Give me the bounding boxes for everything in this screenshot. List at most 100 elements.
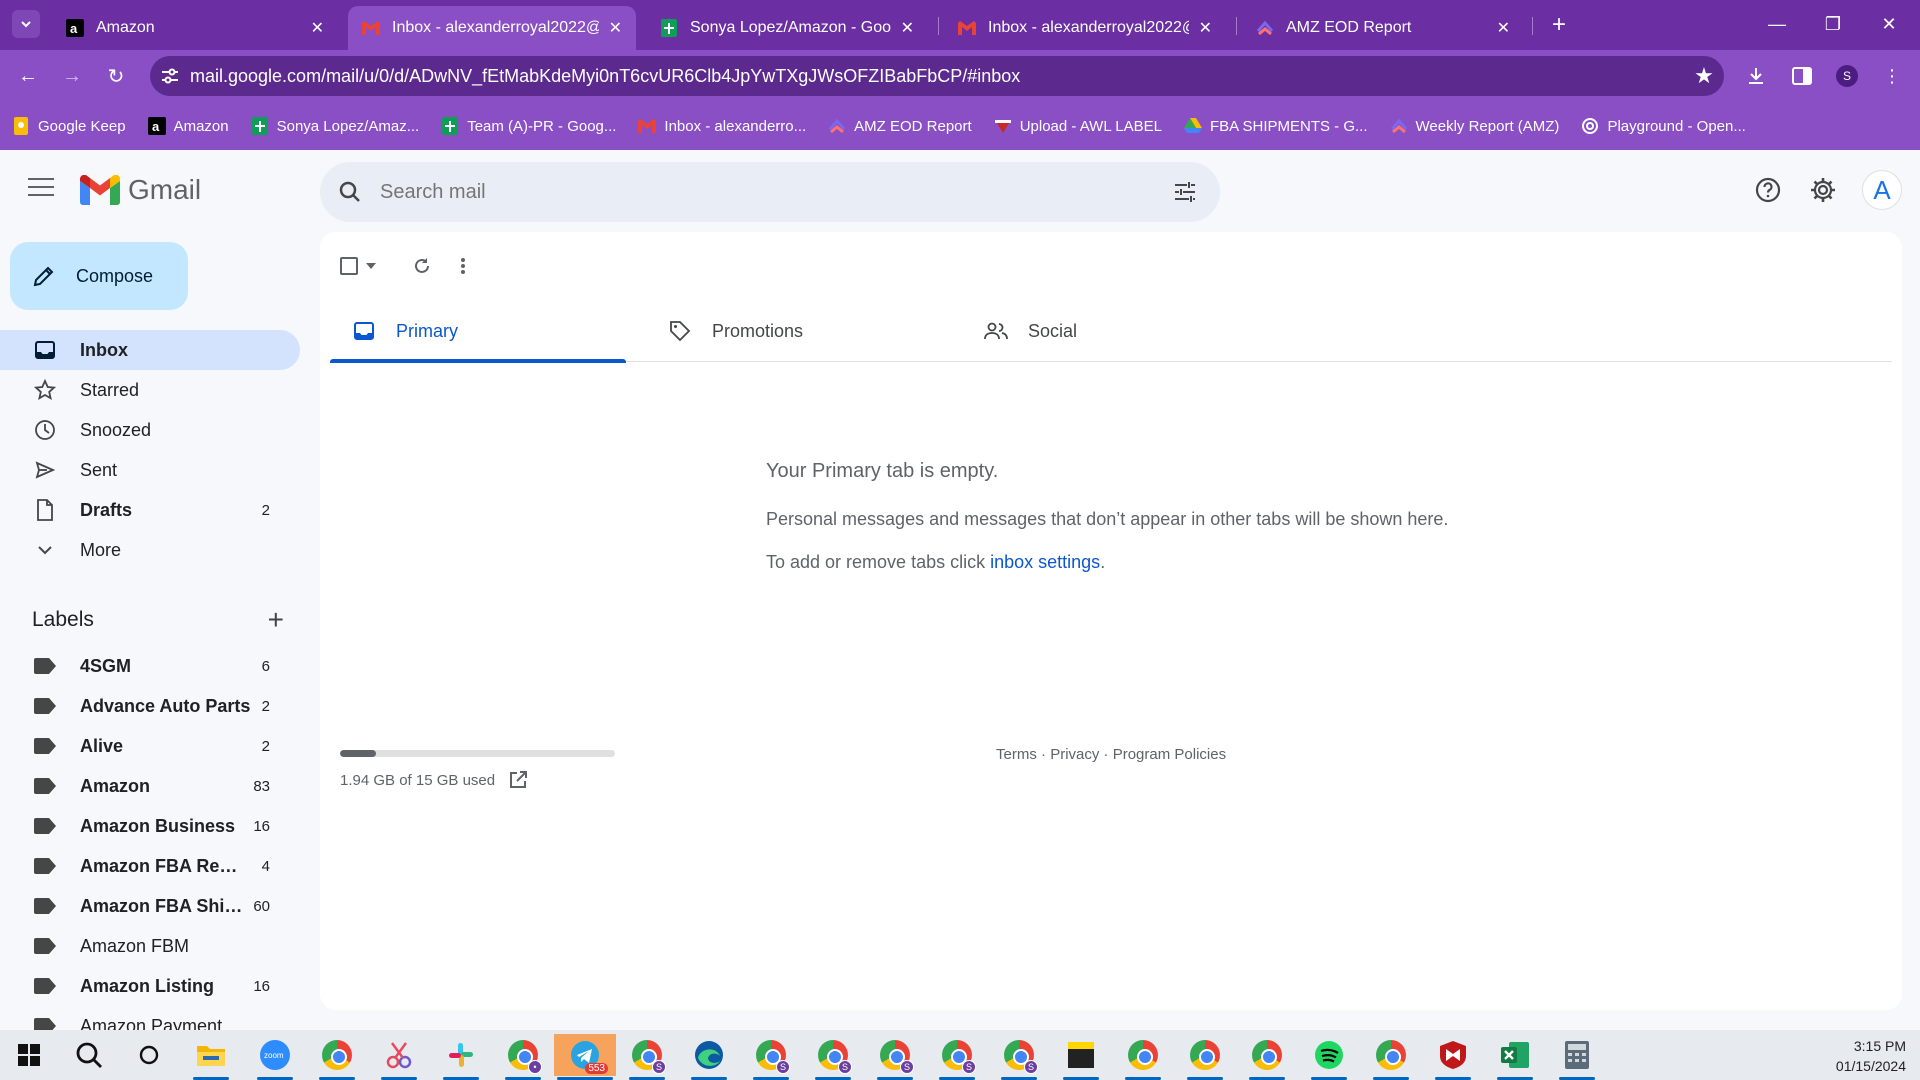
back-button[interactable]: ← <box>12 60 44 92</box>
chrome-icon[interactable] <box>1122 1034 1164 1080</box>
label-item[interactable]: Amazon FBA Remo... 4 <box>0 846 300 886</box>
bookmark-amazon[interactable]: a Amazon <box>147 117 229 135</box>
chrome-icon[interactable]: • <box>502 1034 544 1080</box>
search-icon[interactable] <box>68 1034 110 1076</box>
label-item[interactable]: Alive 2 <box>0 726 300 766</box>
label-item[interactable]: 4SGM 6 <box>0 646 300 686</box>
chrome-icon[interactable] <box>1370 1034 1412 1080</box>
compose-button[interactable]: Compose <box>10 242 188 310</box>
nav-item-sent[interactable]: Sent <box>0 450 300 490</box>
chrome-icon[interactable]: S <box>750 1034 792 1080</box>
minimize-button[interactable]: — <box>1754 8 1800 40</box>
chrome-icon[interactable]: S <box>812 1034 854 1080</box>
select-all-checkbox[interactable] <box>340 257 358 275</box>
label-item[interactable]: Amazon FBM <box>0 926 300 966</box>
browser-tab-amazon[interactable]: a Amazon ✕ <box>52 6 338 50</box>
search-input[interactable] <box>380 180 1150 204</box>
add-label-icon[interactable]: + <box>268 604 284 636</box>
sticky-notes-icon[interactable] <box>1060 1034 1102 1080</box>
nav-item-inbox[interactable]: Inbox <box>0 330 300 370</box>
search-options-icon[interactable] <box>1150 181 1220 203</box>
windows-start-icon[interactable] <box>8 1034 50 1076</box>
nav-item-drafts[interactable]: Drafts 2 <box>0 490 300 530</box>
label-item[interactable]: Amazon Business 16 <box>0 806 300 846</box>
task-view-icon[interactable] <box>128 1034 170 1076</box>
label-item[interactable]: Amazon Payment <box>0 1006 300 1030</box>
browser-tab-amz-eod[interactable]: AMZ EOD Report ✕ <box>1242 6 1524 50</box>
gmail-logo[interactable]: Gmail <box>80 174 201 206</box>
reload-button[interactable]: ↻ <box>100 60 132 92</box>
label-item[interactable]: Amazon Listing 16 <box>0 966 300 1006</box>
chrome-icon[interactable]: S <box>626 1034 668 1080</box>
nav-item-more[interactable]: More <box>0 530 300 570</box>
tab-primary[interactable]: Primary <box>330 300 626 363</box>
chrome-icon[interactable]: S <box>936 1034 978 1080</box>
browser-profile-avatar[interactable]: S <box>1836 65 1858 87</box>
nav-item-snoozed[interactable]: Snoozed <box>0 410 300 450</box>
privacy-link[interactable]: Privacy <box>1050 746 1099 763</box>
zoom-icon[interactable]: zoom <box>254 1034 296 1080</box>
browser-tab-inbox-2[interactable]: Inbox - alexanderroyal2022@gm ✕ <box>944 6 1226 50</box>
bookmark-fba-shipments[interactable]: FBA SHIPMENTS - G... <box>1183 117 1368 135</box>
inbox-settings-link[interactable]: inbox settings <box>990 552 1100 572</box>
close-icon[interactable]: ✕ <box>609 18 622 38</box>
restore-button[interactable]: ❐ <box>1810 8 1856 40</box>
telegram-icon[interactable]: 553 <box>554 1034 616 1080</box>
nav-item-starred[interactable]: Starred <box>0 370 300 410</box>
bookmark-playground[interactable]: Playground - Open... <box>1581 117 1746 135</box>
account-avatar[interactable]: A <box>1862 170 1902 210</box>
spotify-icon[interactable] <box>1308 1034 1350 1080</box>
tab-promotions[interactable]: Promotions <box>646 300 942 362</box>
url-text[interactable]: mail.google.com/mail/u/0/d/ADwNV_fEtMabK… <box>190 66 1684 87</box>
close-icon[interactable]: ✕ <box>311 18 324 38</box>
search-icon[interactable] <box>320 180 380 204</box>
browser-tab-inbox-active[interactable]: Inbox - alexanderroyal2022@gm ✕ <box>348 6 636 50</box>
tab-social[interactable]: Social <box>962 300 1258 362</box>
main-menu-button[interactable] <box>28 178 54 200</box>
label-item[interactable]: Advance Auto Parts 2 <box>0 686 300 726</box>
chrome-icon[interactable]: S <box>874 1034 916 1080</box>
bookmark-google-keep[interactable]: Google Keep <box>12 117 126 135</box>
new-tab-button[interactable]: + <box>1544 10 1574 40</box>
bookmark-star-icon[interactable]: ★ <box>1684 63 1724 89</box>
bookmark-weekly-report[interactable]: Weekly Report (AMZ) <box>1390 117 1559 135</box>
label-item[interactable]: Amazon FBA Ship... 60 <box>0 886 300 926</box>
chrome-icon[interactable] <box>1184 1034 1226 1080</box>
close-icon[interactable]: ✕ <box>1497 18 1510 38</box>
calculator-icon[interactable] <box>1556 1034 1598 1080</box>
bookmark-team-pr[interactable]: Team (A)-PR - Goog... <box>441 117 616 135</box>
excel-icon[interactable] <box>1494 1034 1536 1080</box>
mcafee-icon[interactable] <box>1432 1034 1474 1080</box>
browser-menu-button[interactable]: ⋮ <box>1876 60 1908 92</box>
browser-tab-sheets[interactable]: Sonya Lopez/Amazon - Google ✕ <box>646 6 928 50</box>
support-button[interactable] <box>1748 170 1788 210</box>
file-explorer-icon[interactable] <box>190 1034 232 1080</box>
slack-icon[interactable] <box>440 1034 482 1080</box>
tab-search-button[interactable] <box>12 10 40 38</box>
terms-link[interactable]: Terms <box>996 746 1037 763</box>
external-link-icon[interactable] <box>509 771 528 789</box>
snipping-tool-icon[interactable] <box>378 1034 420 1080</box>
download-button[interactable] <box>1740 60 1772 92</box>
chrome-icon[interactable] <box>1246 1034 1288 1080</box>
side-panel-button[interactable] <box>1786 60 1818 92</box>
chrome-icon[interactable]: S <box>998 1034 1040 1080</box>
chrome-icon[interactable] <box>316 1034 358 1080</box>
select-dropdown-icon[interactable] <box>366 263 376 269</box>
forward-button[interactable]: → <box>56 60 88 92</box>
program-policies-link[interactable]: Program Policies <box>1113 746 1226 763</box>
close-window-button[interactable]: ✕ <box>1866 8 1912 40</box>
settings-button[interactable] <box>1803 170 1843 210</box>
more-options-icon[interactable] <box>460 257 466 275</box>
address-bar[interactable]: mail.google.com/mail/u/0/d/ADwNV_fEtMabK… <box>150 56 1724 96</box>
bookmark-upload-awl[interactable]: Upload - AWL LABEL <box>994 117 1162 135</box>
bookmark-amz-eod[interactable]: AMZ EOD Report <box>828 117 972 135</box>
label-item[interactable]: Amazon 83 <box>0 766 300 806</box>
close-icon[interactable]: ✕ <box>901 18 914 38</box>
search-bar[interactable] <box>320 162 1220 222</box>
site-info-icon[interactable] <box>150 68 190 84</box>
bookmark-sonya-lopez[interactable]: Sonya Lopez/Amaz... <box>251 117 419 135</box>
bookmark-inbox[interactable]: Inbox - alexanderro... <box>638 117 806 135</box>
system-clock[interactable]: 3:15 PM 01/15/2024 <box>1836 1036 1906 1076</box>
edge-icon[interactable] <box>688 1034 730 1080</box>
